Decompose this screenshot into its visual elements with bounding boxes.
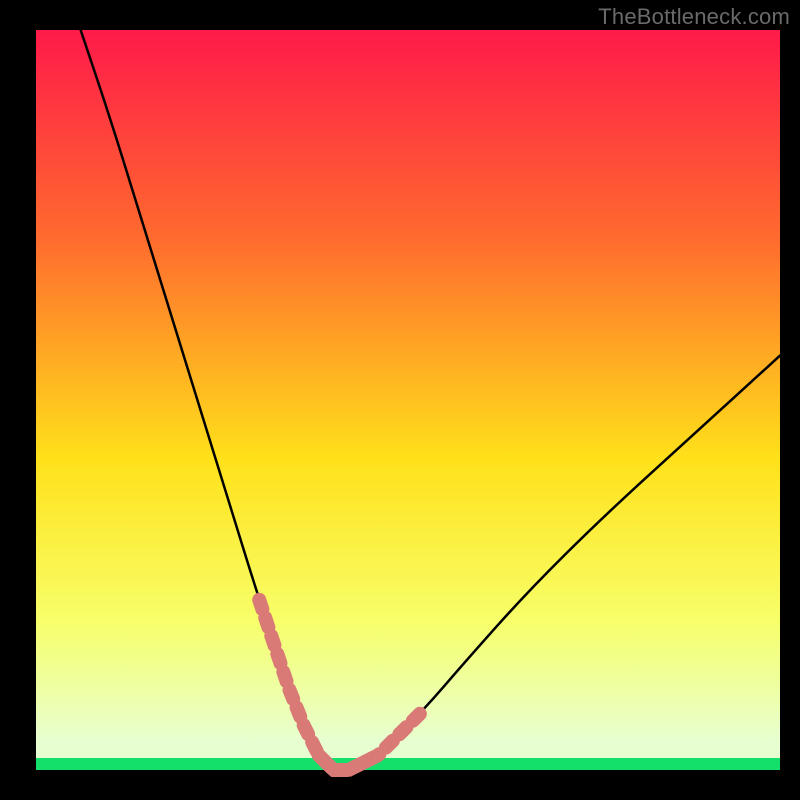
- chart-frame: TheBottleneck.com: [0, 0, 800, 800]
- watermark-text: TheBottleneck.com: [598, 4, 790, 30]
- plot-area-gradient: [36, 30, 780, 770]
- plot-bottom-strip: [36, 758, 780, 770]
- bottleneck-plot: [0, 0, 800, 800]
